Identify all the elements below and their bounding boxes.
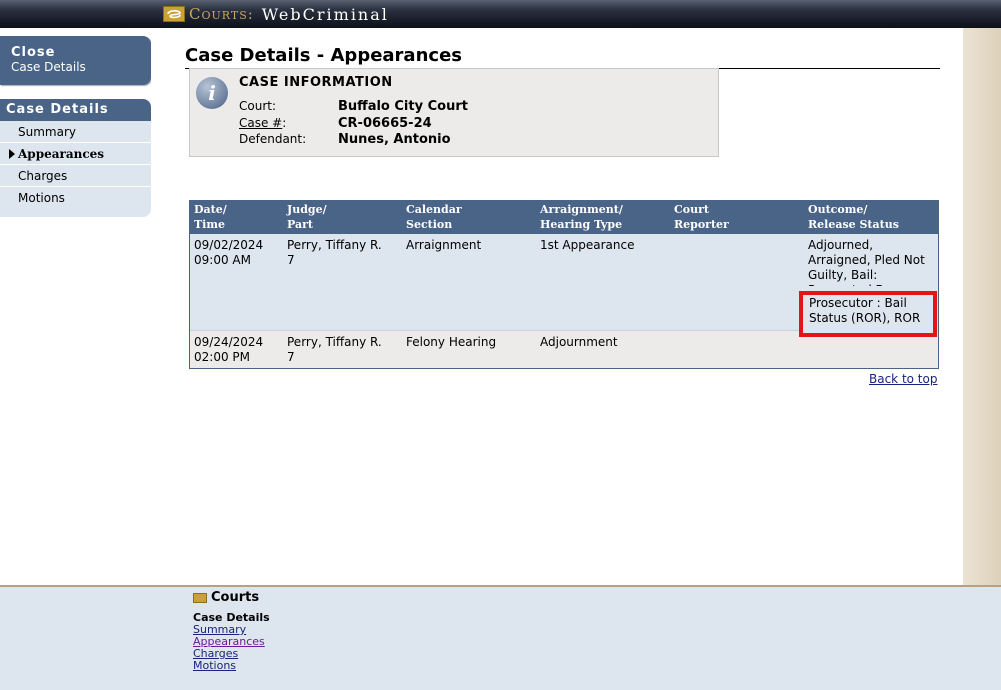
app-brand: Courts: WebCriminal — [163, 4, 389, 24]
cell-hearing-type: 1st Appearance — [540, 238, 635, 252]
footer: Courts Case Details Summary Appearances … — [0, 585, 1001, 690]
defendant-label: Defendant: — [239, 132, 307, 146]
left-sidebar: Close Case Details Case Details Summary … — [0, 28, 151, 585]
court-label: Court: — [239, 99, 277, 113]
close-case-details-button[interactable]: Close Case Details — [0, 36, 151, 85]
courts-logo-icon — [163, 6, 185, 22]
sidebar-item-label: Charges — [18, 169, 68, 183]
sidebar-item-appearances[interactable]: Appearances — [0, 143, 151, 165]
case-info-heading: CASE INFORMATION — [239, 75, 393, 90]
header-outcome: Outcome/Release Status — [808, 203, 899, 231]
cell-outcome: Adjourned, Arraigned, Pled Not Guilty, B… — [808, 238, 925, 286]
sidebar-item-label: Appearances — [18, 147, 105, 161]
brand-app-name: WebCriminal — [261, 4, 389, 24]
defendant-value: Nunes, Antonio — [338, 132, 451, 147]
info-icon: i — [196, 77, 228, 109]
cell-hearing-type: Adjournment — [540, 335, 618, 349]
footer-courts-logo-icon — [193, 592, 207, 603]
cell-judge-part: Perry, Tiffany R. 7 — [287, 335, 382, 364]
header-judge-part: Judge/Part — [287, 203, 327, 231]
sidebar-item-motions[interactable]: Motions — [0, 187, 151, 209]
table-header: Date/Time Judge/Part Calendar Section Arr… — [190, 201, 938, 234]
cell-calendar: Arraignment — [406, 238, 482, 252]
nav-section-title: Case Details — [0, 99, 151, 121]
back-to-top-link[interactable]: Back to top — [869, 372, 937, 386]
case-information-box: i CASE INFORMATION Court: Buffalo City Co… — [189, 68, 719, 157]
sidebar-item-label: Motions — [18, 191, 65, 205]
sidebar-item-summary[interactable]: Summary — [0, 121, 151, 143]
brand-courts-label: Courts: — [189, 5, 254, 23]
court-row: Court: Buffalo City Court — [239, 99, 468, 114]
close-button-label: Close — [11, 45, 56, 60]
page-title: Case Details - Appearances — [185, 45, 940, 69]
court-value: Buffalo City Court — [338, 99, 468, 114]
outcome-highlight-box: Prosecutor : Bail Status (ROR), ROR — [799, 291, 937, 337]
case-details-nav: Case Details Summary Appearances Charges… — [0, 99, 151, 217]
case-number-value: CR-06665-24 — [338, 116, 432, 131]
cell-date-time: 09/02/2024 09:00 AM — [194, 238, 264, 267]
cell-date-time: 09/24/2024 02:00 PM — [194, 335, 264, 364]
appearances-table: Date/Time Judge/Part Calendar Section Arr… — [189, 200, 939, 369]
close-button-sublabel: Case Details — [11, 60, 86, 74]
case-number-row: Case #: CR-06665-24 — [239, 116, 432, 131]
current-page-arrow-icon — [9, 149, 15, 159]
footer-link-motions[interactable]: Motions — [193, 660, 236, 672]
header-court-reporter: Court Reporter — [674, 203, 729, 231]
cell-calendar: Felony Hearing — [406, 335, 497, 349]
header-calendar-section: Calendar Section — [406, 203, 462, 231]
footer-brand-label: Courts — [211, 590, 260, 605]
cell-judge-part: Perry, Tiffany R. 7 — [287, 238, 382, 267]
case-number-label: Case #: — [239, 116, 287, 130]
top-banner: Courts: WebCriminal — [0, 0, 1001, 28]
sidebar-item-charges[interactable]: Charges — [0, 165, 151, 187]
footer-brand: Courts — [193, 590, 259, 605]
header-hearing-type: Arraignment/Hearing Type — [540, 203, 623, 231]
header-date-time: Date/Time — [194, 203, 227, 231]
main-content: Case Details - Appearances i CASE INFORM… — [151, 28, 963, 585]
sidebar-item-label: Summary — [18, 125, 76, 139]
right-decorative-column — [963, 28, 1001, 585]
defendant-row: Defendant: Nunes, Antonio — [239, 132, 451, 147]
